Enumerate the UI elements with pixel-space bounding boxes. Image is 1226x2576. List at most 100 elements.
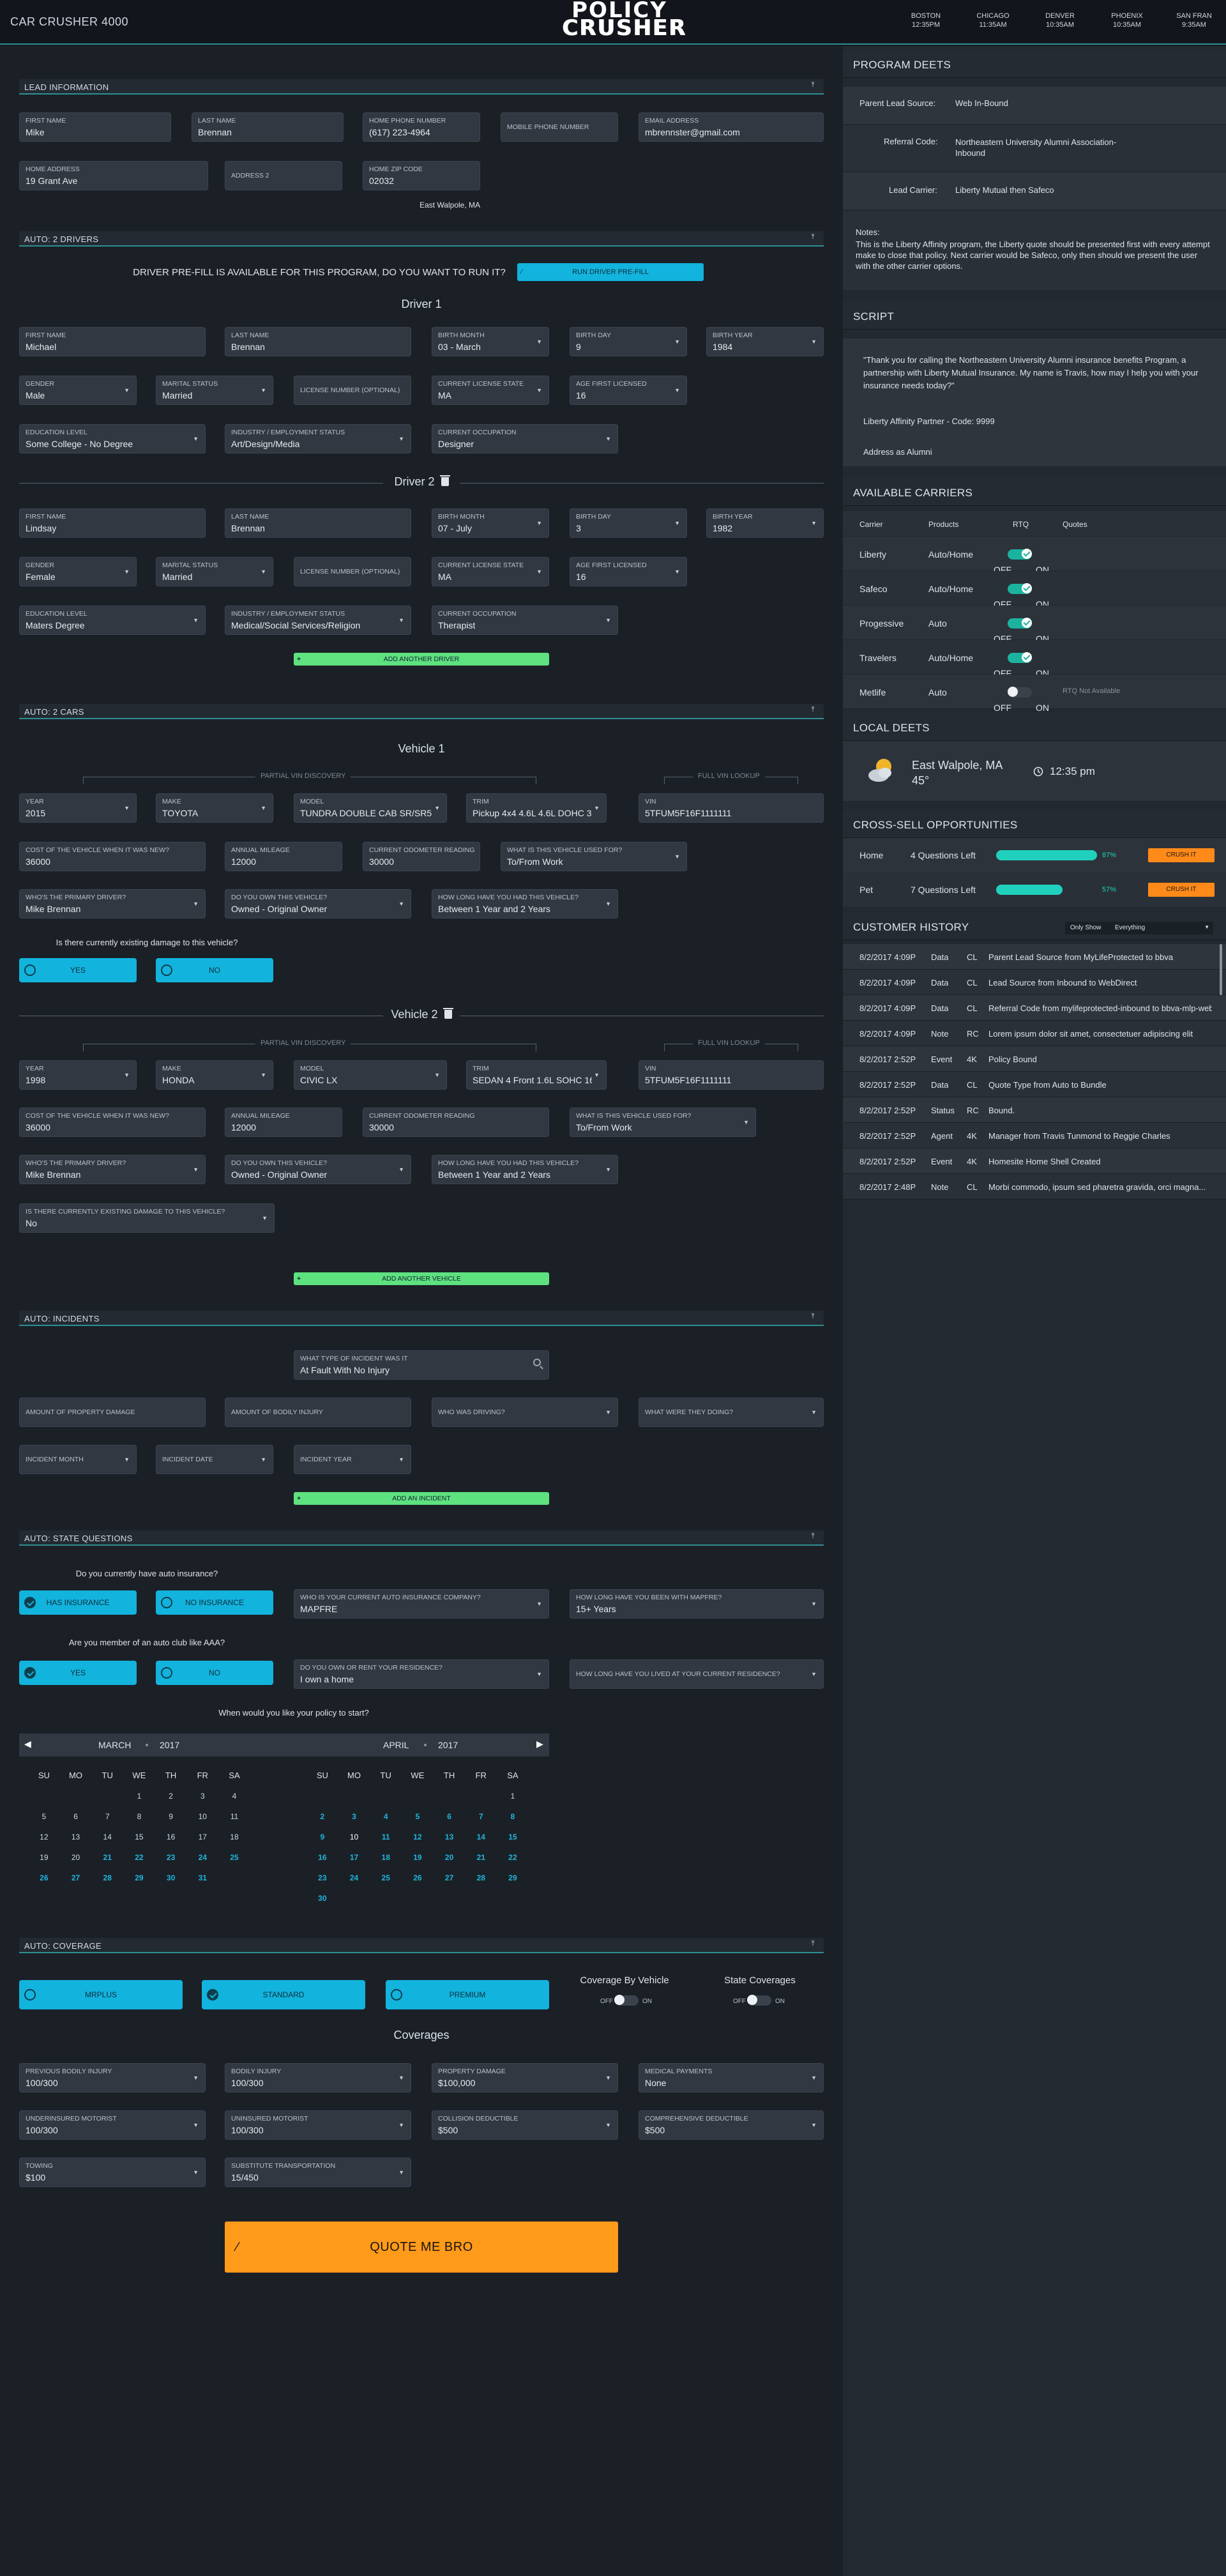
incident-date-select[interactable]: Incident Date ▼ bbox=[156, 1445, 273, 1474]
history-row[interactable]: 8/2/2017 2:52P Status RC Bound. bbox=[843, 1097, 1226, 1123]
calendar-day[interactable]: 30 bbox=[155, 1868, 187, 1888]
home-phone-field[interactable]: Home Phone Number (617) 223-4964 bbox=[363, 112, 480, 142]
driver2-birth-year[interactable]: Birth Year 1982 ▼ bbox=[706, 508, 824, 538]
coverage-by-vehicle-toggle[interactable]: OFF ON bbox=[600, 1995, 652, 2006]
v2-primary-driver[interactable]: Who's the primary driver? Mike Brennan ▼ bbox=[19, 1155, 206, 1184]
driver1-occupation[interactable]: Current Occupation Designer ▼ bbox=[432, 424, 618, 453]
calendar-day[interactable]: 21 bbox=[91, 1847, 123, 1868]
v2-model[interactable]: Model CIVIC LX ▼ bbox=[294, 1060, 447, 1090]
collapse-icon[interactable]: ⤒ bbox=[807, 1940, 819, 1950]
v2-use[interactable]: What is this vehicle used for? To/From Wo… bbox=[570, 1108, 756, 1137]
history-scrollbar[interactable] bbox=[1220, 944, 1222, 995]
history-row[interactable]: 8/2/2017 2:52P Data CL Quote Type from Auto… bbox=[843, 1072, 1226, 1097]
driver1-license-state[interactable]: Current License State MA ▼ bbox=[432, 376, 549, 405]
history-row[interactable]: 8/2/2017 4:09P Data CL Parent Lead Source f… bbox=[843, 944, 1226, 970]
driver1-first-name[interactable]: First Name Michael bbox=[19, 327, 206, 356]
v1-make[interactable]: Make TOYOTA ▼ bbox=[156, 793, 273, 823]
incident-year-select[interactable]: Incident Year ▼ bbox=[294, 1445, 411, 1474]
quote-button[interactable]: ∕ QUOTE ME BRO bbox=[225, 2222, 618, 2273]
section-state-questions[interactable]: AUTO: STATE QUESTIONS ⤒ bbox=[19, 1530, 824, 1546]
v2-own[interactable]: Do you own this vehicle? Owned - Original… bbox=[225, 1155, 411, 1184]
calendar-day[interactable]: 19 bbox=[28, 1847, 60, 1868]
history-row[interactable]: 8/2/2017 4:09P Data CL Lead Source from Inb… bbox=[843, 970, 1226, 995]
history-filter[interactable]: Only Show Everything ▼ bbox=[1065, 922, 1213, 934]
next-month-icon[interactable]: ▶ bbox=[536, 1739, 543, 1749]
damage-yes-button[interactable]: YES bbox=[19, 958, 137, 982]
add-driver-button[interactable]: + ADD ANOTHER DRIVER bbox=[294, 653, 549, 666]
v1-own[interactable]: Do you own this vehicle? Owned - Original… bbox=[225, 889, 411, 918]
v2-how-long[interactable]: How long have you had this vehicle? Betwe… bbox=[432, 1155, 618, 1184]
first-name-field[interactable]: First Name Mike bbox=[19, 112, 171, 142]
v1-cost-new[interactable]: Cost of the vehicle when it was new? 3600… bbox=[19, 842, 206, 871]
driver2-education[interactable]: Education Level Maters Degree ▼ bbox=[19, 606, 206, 635]
home-address-field[interactable]: Home Address 19 Grant Ave bbox=[19, 161, 208, 190]
section-lead-information[interactable]: LEAD INFORMATION ⤒ bbox=[19, 79, 824, 95]
cov-underinsured[interactable]: Underinsured Motorist 100/300 ▼ bbox=[19, 2110, 206, 2140]
prev-month-icon[interactable]: ◀ bbox=[24, 1739, 31, 1749]
cov-comprehensive[interactable]: Comprehensive Deductible $500 ▼ bbox=[639, 2110, 824, 2140]
driver1-birth-day[interactable]: Birth Day 9 ▼ bbox=[570, 327, 687, 356]
state-coverages-toggle[interactable]: OFF ON bbox=[733, 1995, 785, 2006]
standard-button[interactable]: STANDARD bbox=[202, 1980, 365, 2009]
calendar-day[interactable]: 23 bbox=[155, 1847, 187, 1868]
run-prefill-button[interactable]: ∕ RUN DRIVER PRE-FILL bbox=[517, 263, 704, 281]
driver1-industry[interactable]: Industry / Employment Status Art/Design/M… bbox=[225, 424, 411, 453]
driver1-marital[interactable]: Marital Status Married ▼ bbox=[156, 376, 273, 405]
calendar-day[interactable]: 29 bbox=[123, 1868, 155, 1888]
driver2-birth-day[interactable]: Birth Day 3 ▼ bbox=[570, 508, 687, 538]
current-insurer-select[interactable]: Who is your current auto insurance compa… bbox=[294, 1589, 549, 1619]
mrplus-button[interactable]: MRPLUS bbox=[19, 1980, 183, 2009]
cov-bodily[interactable]: Bodily Injury 100/300 ▼ bbox=[225, 2063, 411, 2092]
v1-year[interactable]: Year 2015 ▼ bbox=[19, 793, 137, 823]
calendar-day[interactable]: 24 bbox=[186, 1847, 218, 1868]
calendar-day[interactable]: 20 bbox=[434, 1847, 465, 1868]
calendar-day[interactable]: 28 bbox=[465, 1868, 497, 1888]
calendar-day[interactable]: 13 bbox=[434, 1827, 465, 1847]
v1-use[interactable]: What is this vehicle used for? To/From Wo… bbox=[501, 842, 687, 871]
calendar-day[interactable]: 12 bbox=[402, 1827, 434, 1847]
calendar-day[interactable]: 24 bbox=[338, 1868, 370, 1888]
calendar-day[interactable]: 14 bbox=[465, 1827, 497, 1847]
driver2-license[interactable]: License Number (Optional) bbox=[294, 557, 411, 586]
calendar-day[interactable]: 16 bbox=[155, 1827, 187, 1847]
calendar-day[interactable]: 11 bbox=[370, 1827, 402, 1847]
calendar-day[interactable]: 9 bbox=[155, 1806, 187, 1827]
v1-trim[interactable]: Trim Pickup 4x4 4.6L 4.6L DOHC 32V ▼ bbox=[466, 793, 607, 823]
own-rent-select[interactable]: Do you own or rent your residence? I own … bbox=[294, 1659, 549, 1689]
v2-cost-new[interactable]: Cost of the vehicle when it was new? 3600… bbox=[19, 1108, 206, 1137]
premium-button[interactable]: PREMIUM bbox=[386, 1980, 549, 2009]
calendar-day[interactable]: 28 bbox=[91, 1868, 123, 1888]
last-name-field[interactable]: Last Name Brennan bbox=[192, 112, 344, 142]
email-field[interactable]: Email Address mbrennster@gmail.com bbox=[639, 112, 824, 142]
driver1-age-licensed[interactable]: Age First Licensed 16 ▼ bbox=[570, 376, 687, 405]
driver1-education[interactable]: Education Level Some College - No Degree ▼ bbox=[19, 424, 206, 453]
cov-substitute[interactable]: Substitute Transportation 15/450 ▼ bbox=[225, 2158, 411, 2187]
club-yes-button[interactable]: YES bbox=[19, 1661, 137, 1685]
property-damage-field[interactable]: Amount of Property Damage bbox=[19, 1398, 206, 1427]
v1-model[interactable]: Model TUNDRA DOUBLE CAB SR/SR5 ▼ bbox=[294, 793, 447, 823]
calendar-day[interactable]: 23 bbox=[306, 1868, 338, 1888]
incident-type-search[interactable]: What type of incident was it At Fault Wit… bbox=[294, 1350, 549, 1380]
calendar-day[interactable]: 18 bbox=[370, 1847, 402, 1868]
calendar-day[interactable]: 5 bbox=[402, 1806, 434, 1827]
calendar-day[interactable]: 2 bbox=[306, 1806, 338, 1827]
driver1-last-name[interactable]: Last Name Brennan bbox=[225, 327, 411, 356]
driver1-birth-year[interactable]: Birth Year 1984 ▼ bbox=[706, 327, 824, 356]
history-row[interactable]: 8/2/2017 2:52P Agent 4K Manager from Travis… bbox=[843, 1123, 1226, 1148]
section-incidents[interactable]: AUTO: INCIDENTS ⤒ bbox=[19, 1311, 824, 1326]
calendar-day[interactable]: 17 bbox=[338, 1847, 370, 1868]
calendar-day[interactable]: 26 bbox=[28, 1868, 60, 1888]
has-insurance-button[interactable]: HAS INSURANCE bbox=[19, 1590, 137, 1615]
calendar-day[interactable]: 1 bbox=[123, 1786, 155, 1806]
zip-code-field[interactable]: Home Zip Code 02032 bbox=[363, 161, 480, 190]
section-drivers[interactable]: AUTO: 2 DRIVERS ⤒ bbox=[19, 231, 824, 247]
history-row[interactable]: 8/2/2017 2:52P Event 4K Policy Bound bbox=[843, 1046, 1226, 1072]
calendar-day[interactable]: 1 bbox=[497, 1786, 529, 1806]
history-row[interactable]: 8/2/2017 2:52P Event 4K Homesite Home Shell… bbox=[843, 1148, 1226, 1174]
calendar-day[interactable]: 3 bbox=[186, 1786, 218, 1806]
driver1-birth-month[interactable]: Birth Month 03 - March ▼ bbox=[432, 327, 549, 356]
calendar-day[interactable]: 21 bbox=[465, 1847, 497, 1868]
calendar-day[interactable]: 18 bbox=[218, 1827, 250, 1847]
address-2-field[interactable]: Address 2 bbox=[225, 161, 342, 190]
calendar-day[interactable]: 10 bbox=[186, 1806, 218, 1827]
